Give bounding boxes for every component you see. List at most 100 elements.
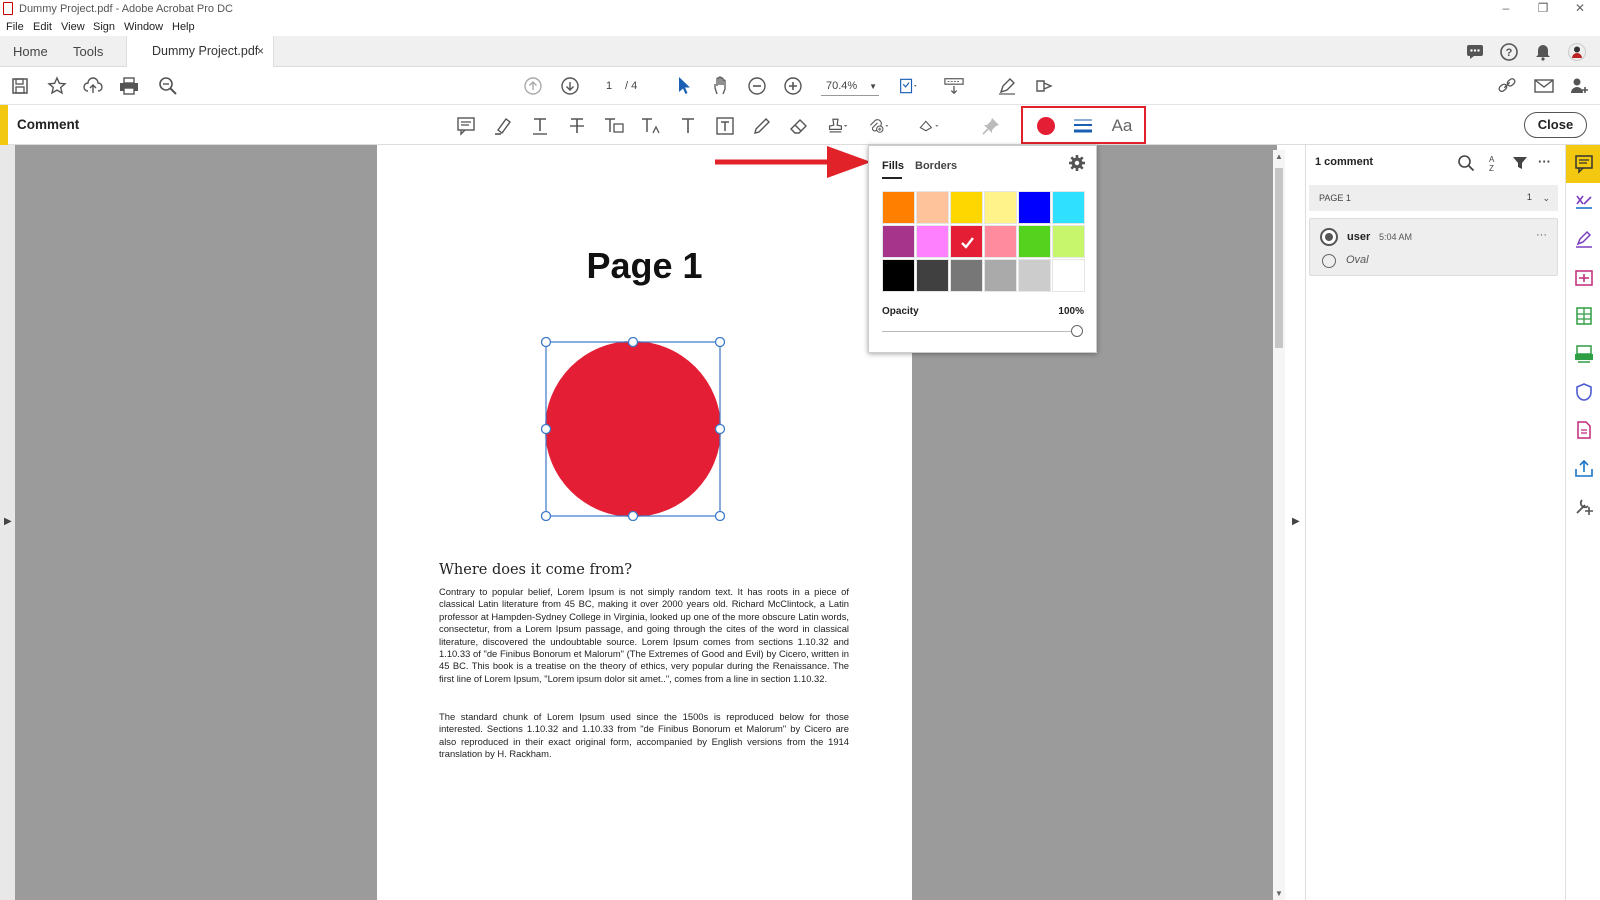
attach-file-icon[interactable]: [868, 115, 890, 137]
share-edit-icon[interactable]: [1034, 76, 1054, 96]
print-icon[interactable]: [119, 76, 139, 96]
scroll-down-icon[interactable]: ▼: [1275, 889, 1283, 898]
close-tab-icon[interactable]: ×: [257, 36, 264, 67]
edit-pdf-icon[interactable]: [1574, 268, 1594, 288]
scan-ocr-icon[interactable]: [1574, 344, 1594, 364]
menu-edit[interactable]: Edit: [33, 21, 52, 33]
menu-view[interactable]: View: [61, 21, 85, 33]
menu-sign[interactable]: Sign: [93, 21, 115, 33]
filter-icon[interactable]: [1512, 155, 1528, 171]
color-swatch[interactable]: [1052, 191, 1085, 224]
page-group-header[interactable]: PAGE 1 1 ⌄: [1309, 185, 1558, 211]
stamp-icon[interactable]: [827, 115, 849, 137]
create-pdf-icon[interactable]: [1574, 420, 1594, 440]
text-properties-icon[interactable]: Aa: [1109, 115, 1135, 137]
account-avatar-icon[interactable]: [1568, 43, 1586, 61]
request-signature-icon[interactable]: [1574, 230, 1594, 250]
scroll-up-icon[interactable]: ▲: [1275, 152, 1283, 161]
menu-window[interactable]: Window: [124, 21, 163, 33]
close-comment-button[interactable]: Close: [1524, 112, 1587, 138]
hand-tool-icon[interactable]: [711, 76, 731, 96]
color-swatch[interactable]: [882, 225, 915, 258]
zoom-search-icon[interactable]: [158, 76, 178, 96]
cloud-upload-icon[interactable]: [83, 76, 103, 96]
color-swatch[interactable]: [1052, 225, 1085, 258]
pencil-draw-icon[interactable]: [751, 115, 773, 137]
menu-file[interactable]: File: [6, 21, 24, 33]
comment-tool-icon[interactable]: [1574, 154, 1594, 174]
share-upload-icon[interactable]: [1574, 458, 1594, 478]
previous-page-icon[interactable]: [523, 76, 543, 96]
restore-button[interactable]: ❐: [1528, 1, 1558, 15]
tab-tools[interactable]: Tools: [73, 36, 103, 67]
replace-text-icon[interactable]: [603, 115, 625, 137]
pin-icon[interactable]: [980, 115, 1002, 137]
color-swatch[interactable]: [950, 191, 983, 224]
more-options-icon[interactable]: ···: [1538, 154, 1551, 169]
color-swatch[interactable]: [1052, 259, 1085, 292]
sort-icon[interactable]: AZ: [1486, 154, 1500, 172]
vertical-scrollbar[interactable]: ▲ ▼: [1273, 150, 1285, 900]
comment-card[interactable]: user 5:04 AM ··· Oval: [1309, 218, 1558, 276]
more-tools-icon[interactable]: [1574, 496, 1594, 516]
save-icon[interactable]: [10, 76, 30, 96]
color-swatch[interactable]: [984, 191, 1017, 224]
color-swatch[interactable]: [916, 259, 949, 292]
select-cursor-icon[interactable]: [674, 76, 694, 96]
close-window-button[interactable]: ✕: [1565, 1, 1595, 15]
help-icon[interactable]: ?: [1500, 43, 1518, 61]
tab-borders[interactable]: Borders: [915, 160, 957, 172]
bookmark-star-icon[interactable]: [47, 76, 67, 96]
fit-page-icon[interactable]: [899, 76, 919, 96]
chat-icon[interactable]: [1466, 43, 1484, 61]
sticky-note-icon[interactable]: [455, 115, 477, 137]
protect-shield-icon[interactable]: [1574, 382, 1594, 402]
underline-text-icon[interactable]: [529, 115, 551, 137]
next-page-icon[interactable]: [560, 76, 580, 96]
add-person-icon[interactable]: [1569, 76, 1589, 96]
zoom-out-icon[interactable]: [747, 76, 767, 96]
scrollbar-thumb[interactable]: [1275, 168, 1283, 348]
comment-more-icon[interactable]: ···: [1536, 229, 1547, 241]
add-text-comment-icon[interactable]: [677, 115, 699, 137]
collapse-right-panel-icon[interactable]: ▶: [1292, 516, 1300, 527]
gear-icon[interactable]: [1068, 154, 1086, 172]
color-swatch[interactable]: [1018, 225, 1051, 258]
fill-color-icon[interactable]: [1035, 115, 1057, 137]
minimize-button[interactable]: –: [1491, 1, 1521, 15]
color-swatch[interactable]: [950, 259, 983, 292]
tab-fills[interactable]: Fills: [882, 160, 904, 179]
menu-help[interactable]: Help: [172, 21, 195, 33]
expand-left-panel-icon[interactable]: ▶: [4, 516, 12, 527]
highlight-pen-icon[interactable]: [492, 115, 514, 137]
export-excel-icon[interactable]: [1574, 306, 1594, 326]
text-box-icon[interactable]: [714, 115, 736, 137]
color-swatch[interactable]: [984, 225, 1017, 258]
strikethrough-text-icon[interactable]: [566, 115, 588, 137]
page-number-input[interactable]: 1: [596, 77, 622, 95]
insert-text-icon[interactable]: [640, 115, 662, 137]
opacity-slider-handle[interactable]: [1071, 325, 1083, 337]
bell-icon[interactable]: [1534, 43, 1552, 61]
search-icon[interactable]: [1457, 154, 1475, 172]
line-thickness-icon[interactable]: [1072, 115, 1094, 137]
color-swatch[interactable]: [916, 191, 949, 224]
color-swatch[interactable]: [1018, 191, 1051, 224]
tab-home[interactable]: Home: [13, 36, 48, 67]
eraser-icon[interactable]: [788, 115, 810, 137]
email-icon[interactable]: [1534, 76, 1554, 96]
scroll-mode-icon[interactable]: [944, 76, 964, 96]
color-swatch-selected[interactable]: [950, 225, 983, 258]
link-share-icon[interactable]: [1497, 76, 1517, 96]
color-swatch[interactable]: [984, 259, 1017, 292]
color-swatch[interactable]: [916, 225, 949, 258]
color-swatch[interactable]: [882, 259, 915, 292]
sign-pen-icon[interactable]: [997, 76, 1017, 96]
opacity-slider-track[interactable]: [882, 331, 1082, 332]
tab-document[interactable]: Dummy Project.pdf ×: [126, 36, 274, 67]
zoom-level-dropdown[interactable]: 70.4% ▼: [821, 77, 879, 96]
fill-sign-icon[interactable]: [1574, 192, 1594, 212]
color-swatch[interactable]: [882, 191, 915, 224]
oval-annotation[interactable]: [541, 337, 725, 521]
color-swatch[interactable]: [1018, 259, 1051, 292]
